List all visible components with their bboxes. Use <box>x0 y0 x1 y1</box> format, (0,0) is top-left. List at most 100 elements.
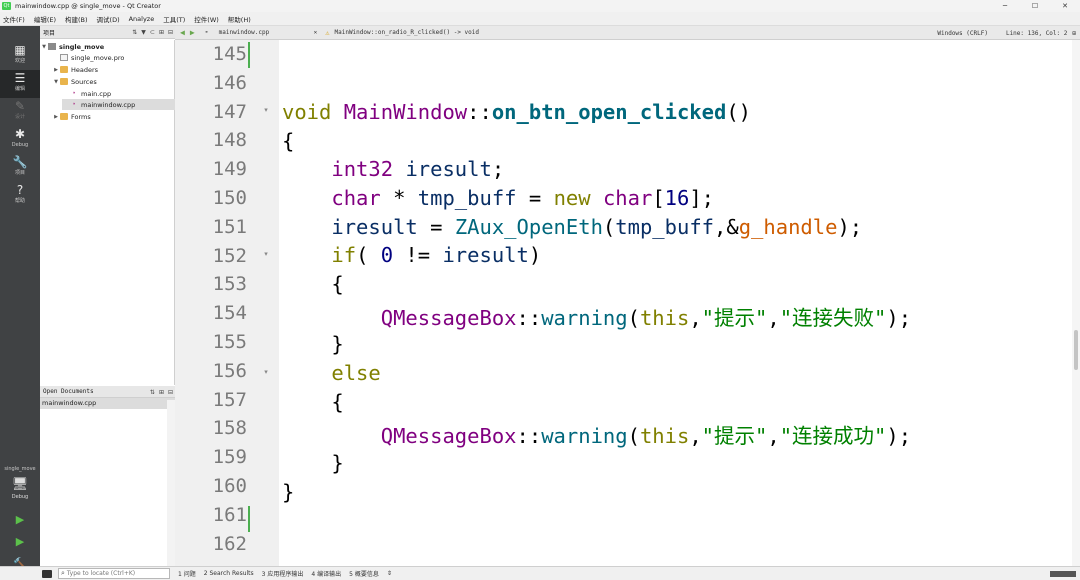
mode-bar: ▦ 欢迎 ☰ 编辑 ✎ 设计 ✱ Debug 🔧 项目 ? 帮助 single_… <box>0 26 40 580</box>
status-bar: ⌕ Type to locate (Ctrl+K) 1 问题 2 Search … <box>0 566 1080 580</box>
minimize-button[interactable]: ─ <box>990 0 1020 12</box>
open-document-item[interactable]: mainwindow.cpp <box>40 398 175 409</box>
mode-design[interactable]: ✎ 设计 <box>0 98 40 126</box>
open-documents-title[interactable]: Open Documents <box>43 388 94 395</box>
close-pane-icon[interactable]: ⊟ <box>168 389 173 396</box>
split-icon[interactable]: ⊞ <box>159 389 164 396</box>
code-variable: tmp_buff <box>615 215 715 239</box>
line-number: 148 <box>212 129 247 151</box>
mode-projects[interactable]: 🔧 项目 <box>0 154 40 182</box>
code-punct: ( <box>356 243 381 267</box>
modified-line-marker <box>248 42 250 68</box>
mode-help[interactable]: ? 帮助 <box>0 182 40 210</box>
collapsed-arrow-icon[interactable]: ▶ <box>52 67 60 73</box>
toggle-sidebar-icon[interactable] <box>42 569 52 578</box>
code-keyword: new <box>553 186 591 210</box>
kit-project-label: single_move <box>4 466 36 472</box>
fold-marker-icon[interactable]: ▾ <box>262 250 270 258</box>
fold-marker-icon[interactable]: ▾ <box>262 368 270 376</box>
panel-app-output-button[interactable]: 3 应用程序输出 <box>262 569 304 578</box>
close-window-button[interactable]: ✕ <box>1050 0 1080 12</box>
debug-run-button[interactable]: ▶ <box>12 534 28 550</box>
mode-edit[interactable]: ☰ 编辑 <box>0 70 40 98</box>
code-scope: :: <box>516 306 542 330</box>
split-editor-icon[interactable]: ⊞ <box>1072 30 1076 37</box>
close-document-icon[interactable]: ✕ <box>314 29 318 36</box>
code-line-158: QMessageBox::warning(this,"提示","连接成功"); <box>282 419 911 449</box>
code-line-156: else <box>282 361 380 385</box>
code-punct: } <box>331 451 344 475</box>
code-type: int32 <box>331 157 394 181</box>
filter-icon[interactable]: ▼ <box>141 29 146 36</box>
menu-widgets[interactable]: 控件(W) <box>194 14 219 24</box>
code-line-153: { <box>282 272 343 296</box>
locator-input[interactable]: ⌕ Type to locate (Ctrl+K) <box>58 568 170 579</box>
expand-arrow-icon[interactable]: ▼ <box>52 79 60 85</box>
code-class: QMessageBox <box>380 306 517 330</box>
code-punct: , <box>689 424 702 448</box>
window-title: mainwindow.cpp @ single_move - Qt Creato… <box>15 2 161 10</box>
pen-icon: ✎ <box>14 99 26 113</box>
tree-item-pro-file[interactable]: single_move.pro <box>52 52 187 63</box>
menu-help[interactable]: 帮助(H) <box>228 14 251 24</box>
code-variable: tmp_buff <box>417 186 517 210</box>
help-icon: ? <box>16 183 24 197</box>
panel-general-messages-button[interactable]: 5 概要信息 <box>349 569 379 578</box>
fold-marker-icon[interactable]: ▾ <box>262 106 270 114</box>
tree-item-forms[interactable]: ▶ Forms <box>52 111 187 122</box>
tree-item-mainwindow-cpp[interactable]: ⁍ mainwindow.cpp <box>62 99 175 110</box>
code-punct: , <box>767 424 780 448</box>
panel-search-results-button[interactable]: 2 Search Results <box>204 570 254 577</box>
panel-toggle-icon[interactable]: ⇕ <box>387 570 392 577</box>
back-icon[interactable]: ◀ <box>180 28 185 37</box>
menu-file[interactable]: 文件(F) <box>3 14 25 24</box>
tree-item-sources[interactable]: ▼ Sources <box>52 76 187 87</box>
code-line-154: QMessageBox::warning(this,"提示","连接失败"); <box>282 301 911 331</box>
forward-icon[interactable]: ▶ <box>190 28 195 37</box>
code-function: on_btn_open_clicked <box>491 100 727 124</box>
projects-pane-title[interactable]: 项目 <box>43 28 55 37</box>
link-icon[interactable]: ⊂ <box>150 29 155 36</box>
document-selector[interactable]: mainwindow.cpp <box>219 29 309 36</box>
open-documents-scrollbar[interactable] <box>167 400 175 566</box>
kit-build-label: Debug <box>11 494 29 500</box>
line-number: 151 <box>212 216 247 238</box>
code-function: warning <box>541 424 628 448</box>
sync-icon[interactable]: ⇅ <box>150 389 155 396</box>
line-ending-selector[interactable]: Windows (CRLF) <box>937 30 988 37</box>
tree-item-project[interactable]: ▼ single_move <box>40 41 175 52</box>
menu-analyze[interactable]: Analyze <box>129 15 155 23</box>
tree-item-headers[interactable]: ▶ Headers <box>52 64 187 75</box>
code-operator: = <box>417 215 455 239</box>
tree-item-label: single_move <box>59 42 105 51</box>
sync-icon[interactable]: ⇅ <box>132 29 137 36</box>
panel-compile-output-button[interactable]: 4 编译输出 <box>311 569 341 578</box>
code-function: ZAux_OpenEth <box>454 215 603 239</box>
cursor-position[interactable]: Line: 136, Col: 2 <box>1006 30 1067 37</box>
editor-scrollbar[interactable] <box>1072 40 1080 566</box>
mode-welcome[interactable]: ▦ 欢迎 <box>0 42 40 70</box>
panel-issues-button[interactable]: 1 问题 <box>178 569 196 578</box>
window-controls: ─ ☐ ✕ <box>990 0 1080 12</box>
menu-edit[interactable]: 编辑(E) <box>34 14 56 24</box>
code-class: MainWindow <box>343 100 468 124</box>
code-variable: iresult <box>442 243 529 267</box>
menu-bar: 文件(F) 编辑(E) 构建(B) 调试(D) Analyze 工具(T) 控件… <box>0 12 1080 26</box>
code-punct: [ <box>652 186 665 210</box>
expand-arrow-icon[interactable]: ▼ <box>40 44 48 50</box>
menu-debug[interactable]: 调试(D) <box>97 14 120 24</box>
kit-selector[interactable]: 🖥 Debug <box>0 476 40 506</box>
folder-icon <box>60 113 68 120</box>
menu-tools[interactable]: 工具(T) <box>163 14 185 24</box>
monitor-icon: 🖥 <box>11 477 29 492</box>
mode-debug[interactable]: ✱ Debug <box>0 126 40 154</box>
scrollbar-thumb[interactable] <box>1074 330 1078 370</box>
maximize-button[interactable]: ☐ <box>1020 0 1050 12</box>
split-icon[interactable]: ⊞ <box>159 29 164 36</box>
close-pane-icon[interactable]: ⊟ <box>168 29 173 36</box>
run-button[interactable]: ▶ <box>12 512 28 528</box>
menu-build[interactable]: 构建(B) <box>65 14 88 24</box>
collapsed-arrow-icon[interactable]: ▶ <box>52 114 60 120</box>
wrench-icon: 🔧 <box>12 155 28 169</box>
symbol-selector[interactable]: MainWindow::on_radio_R_clicked() -> void <box>335 29 480 36</box>
